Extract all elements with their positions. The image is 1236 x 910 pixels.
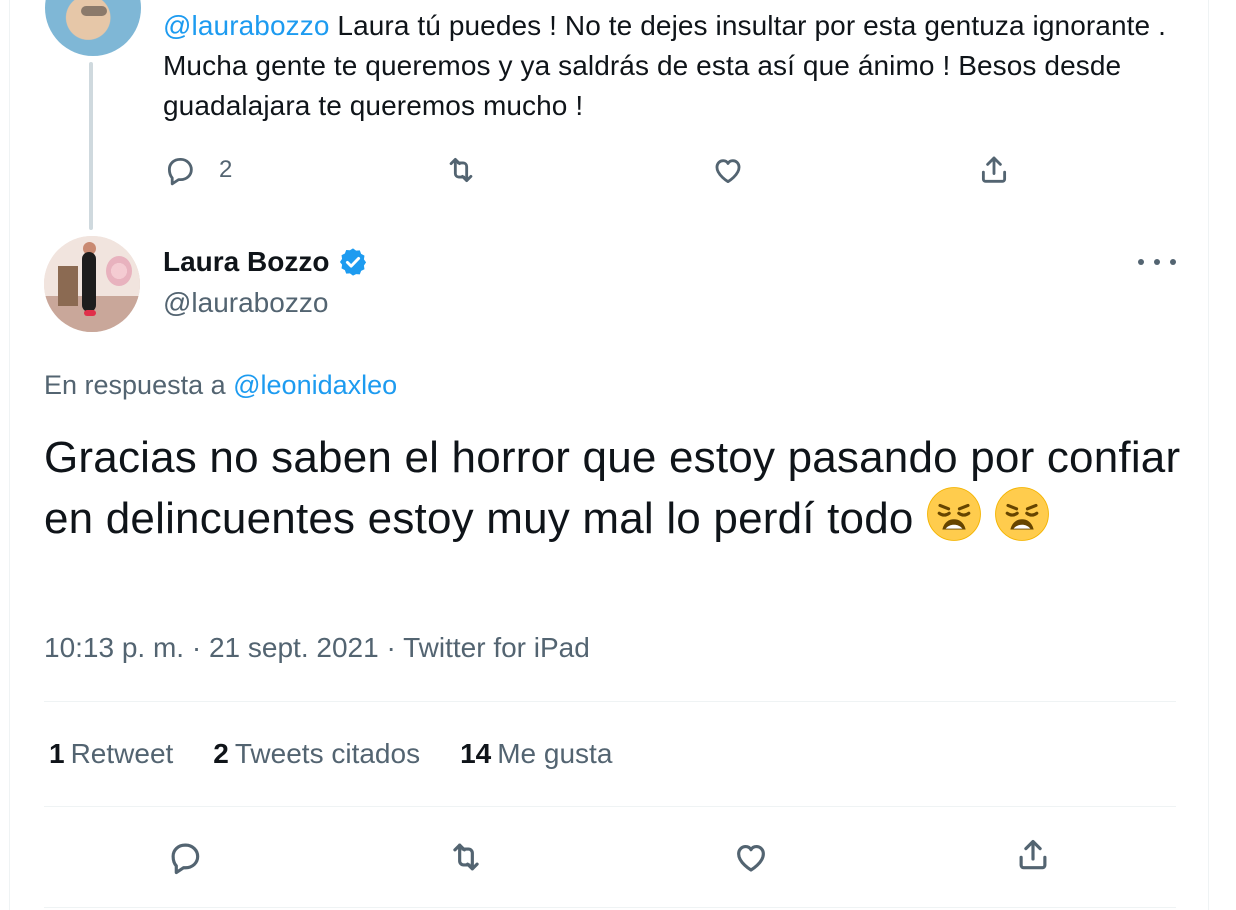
likes-label: Me gusta (497, 738, 613, 769)
quotes-count: 2 (213, 738, 229, 769)
reply-tweet-share-button[interactable] (977, 153, 1011, 187)
thread-connector-line (89, 62, 93, 230)
heart-icon (737, 844, 765, 872)
share-icon (981, 156, 1007, 183)
in-reply-handle-link[interactable]: @leonidaxleo (233, 370, 397, 400)
tweet-text: Gracias no saben el horror que estoy pas… (44, 430, 1184, 547)
reply-icon (167, 157, 193, 186)
divider (44, 806, 1176, 807)
divider (44, 701, 1176, 702)
reply-button[interactable] (166, 838, 204, 876)
author-display-name[interactable]: Laura Bozzo (163, 244, 369, 280)
quotes-label: Tweets citados (234, 738, 421, 769)
weary-face-emoji-icon (927, 487, 981, 541)
reply-tweet-text: @laurabozzo Laura tú puedes ! No te deje… (163, 6, 1173, 126)
likes-stat[interactable]: 14 Me gusta (460, 736, 612, 772)
tweet-source[interactable]: Twitter for iPad (403, 632, 590, 663)
more-icon (1138, 259, 1144, 265)
column-border-right (1208, 0, 1209, 910)
reply-icon (171, 843, 200, 875)
retweet-button[interactable] (447, 838, 485, 876)
meta-separator: · (378, 632, 404, 663)
in-reply-to: En respuesta a @leonidaxleo (44, 367, 397, 403)
quote-tweets-stat[interactable]: 2 Tweets citados (213, 736, 420, 772)
display-name-text[interactable]: Laura Bozzo (163, 244, 329, 280)
reply-author-avatar[interactable] (45, 0, 141, 56)
meta-separator: · (184, 632, 209, 663)
tweet-metadata: 10:13 p. m. · 21 sept. 2021 · Twitter fo… (44, 630, 590, 666)
reply-tweet-reply-button[interactable]: 2 (163, 153, 232, 187)
more-options-button[interactable] (1138, 250, 1176, 274)
reply-count: 2 (219, 156, 233, 183)
share-icon (1019, 839, 1047, 870)
heart-icon (715, 159, 741, 184)
retweets-count: 1 (49, 738, 65, 769)
reply-tweet-retweet-button[interactable] (444, 153, 478, 187)
retweets-stat[interactable]: 1 Retweet (49, 736, 173, 772)
share-button[interactable] (1014, 836, 1052, 874)
retweet-icon (453, 843, 479, 871)
reply-mention-link[interactable]: @laurabozzo (163, 10, 330, 41)
divider (44, 907, 1176, 908)
column-border-left (9, 0, 10, 910)
verified-badge-icon (340, 248, 367, 276)
weary-face-emoji-icon (995, 487, 1050, 541)
tweet-date[interactable]: 21 sept. 2021 (209, 632, 379, 663)
reply-tweet-like-button[interactable] (711, 153, 745, 187)
retweet-icon (449, 157, 473, 183)
like-button[interactable] (732, 838, 770, 876)
in-reply-prefix: En respuesta a (44, 370, 234, 400)
likes-count: 14 (460, 738, 492, 769)
retweets-label: Retweet (70, 738, 174, 769)
tweet-time[interactable]: 10:13 p. m. (44, 632, 184, 663)
author-handle[interactable]: @laurabozzo (163, 285, 328, 321)
author-avatar[interactable] (44, 236, 140, 332)
engagement-stats: 1 Retweet 2 Tweets citados 14 Me gusta (49, 736, 652, 772)
